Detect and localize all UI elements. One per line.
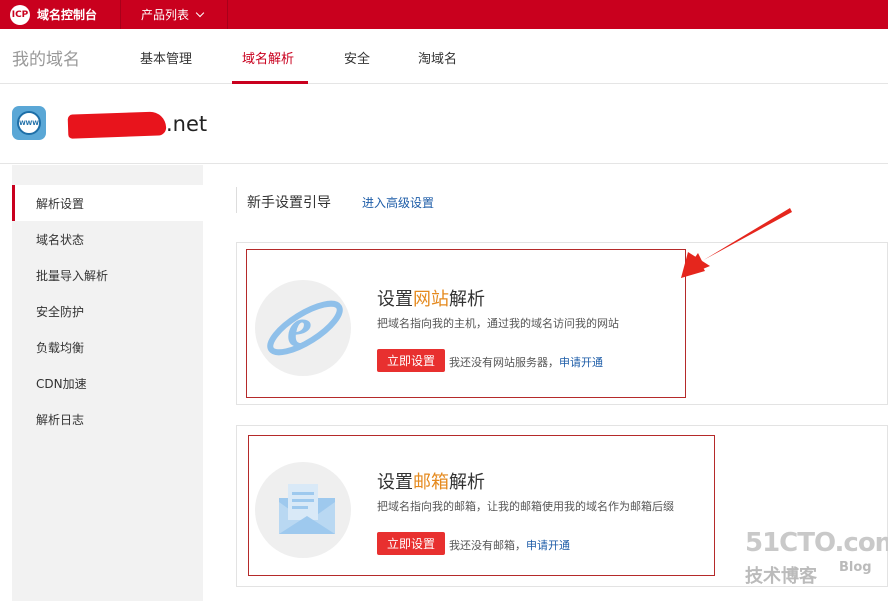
setup-email-button[interactable]: 立即设置 xyxy=(377,532,445,555)
watermark-line3: Blog xyxy=(839,560,872,575)
sidebar-item-domain-status[interactable]: 域名状态 xyxy=(12,221,203,257)
advanced-settings-link[interactable]: 进入高级设置 xyxy=(362,194,434,211)
sidebar-item-label: 安全防护 xyxy=(36,304,85,319)
redacted-domain-name xyxy=(67,111,167,139)
sidebar-item-resolution-settings[interactable]: 解析设置 xyxy=(12,185,203,221)
setup-website-button[interactable]: 立即设置 xyxy=(377,349,445,372)
note-text: 我还没有邮箱， xyxy=(449,539,526,552)
sidebar-item-label: CDN加速 xyxy=(36,376,87,391)
ie-browser-icon: e xyxy=(255,280,351,376)
sidebar-item-resolution-log[interactable]: 解析日志 xyxy=(12,401,203,437)
sidebar-item-label: 解析设置 xyxy=(36,196,85,211)
website-card-description: 把域名指向我的主机，通过我的域名访问我的网站 xyxy=(377,317,619,330)
email-card-title: 设置邮箱解析 xyxy=(377,468,485,494)
sidebar-item-security-protection[interactable]: 安全防护 xyxy=(12,293,203,329)
sidebar-item-label: 批量导入解析 xyxy=(36,268,109,283)
title-highlight: 邮箱 xyxy=(413,472,449,493)
www-globe-icon: WWW xyxy=(12,106,46,140)
title-text: 设置 xyxy=(377,472,413,493)
www-icon-text: WWW xyxy=(19,119,39,127)
domain-suffix: .net xyxy=(166,112,208,136)
title-text: 解析 xyxy=(449,472,485,493)
svg-text:e: e xyxy=(287,297,312,359)
tab-dns-resolution[interactable]: 域名解析 xyxy=(242,48,294,67)
email-card-description: 把域名指向我的邮箱，让我的邮箱使用我的域名作为邮箱后缀 xyxy=(377,500,674,513)
sidebar-item-label: 负载均衡 xyxy=(36,340,85,355)
sidebar-item-label: 解析日志 xyxy=(36,412,85,427)
no-server-note: 我还没有网站服务器，申请开通 xyxy=(449,354,603,370)
tab-domain-market[interactable]: 淘域名 xyxy=(418,48,457,67)
watermark-line1: 51CTO.com xyxy=(745,528,888,558)
note-text: 我还没有网站服务器， xyxy=(449,356,559,369)
console-brand[interactable]: ICP 域名控制台 xyxy=(0,0,121,29)
logo-text: ICP xyxy=(11,9,29,20)
tab-basic-management[interactable]: 基本管理 xyxy=(140,48,192,67)
guide-title: 新手设置引导 xyxy=(247,195,331,211)
products-menu[interactable]: 产品列表 xyxy=(121,0,228,29)
tab-security[interactable]: 安全 xyxy=(344,48,370,67)
blog-watermark: 51CTO.com 技术博客 Blog xyxy=(745,528,888,588)
envelope-icon xyxy=(255,462,351,558)
domain-header: WWW .net xyxy=(0,84,888,164)
sidebar-item-load-balancing[interactable]: 负载均衡 xyxy=(12,329,203,365)
website-resolution-card: e 设置网站解析 把域名指向我的主机，通过我的域名访问我的网站 立即设置 我还没… xyxy=(236,242,888,405)
brand-title[interactable]: 域名控制台 xyxy=(37,6,97,23)
title-text: 设置 xyxy=(377,289,413,310)
website-card-title: 设置网站解析 xyxy=(377,285,485,311)
sidebar: 解析设置 域名状态 批量导入解析 安全防护 负载均衡 CDN加速 解析日志 xyxy=(12,165,203,601)
guide-divider xyxy=(236,187,237,213)
domain-nav: 我的域名 基本管理 域名解析 安全 淘域名 xyxy=(0,29,888,84)
no-email-note: 我还没有邮箱，申请开通 xyxy=(449,537,570,553)
console-logo-icon: ICP xyxy=(10,4,30,25)
products-menu-label[interactable]: 产品列表 xyxy=(141,6,189,23)
apply-link[interactable]: 申请开通 xyxy=(526,539,570,552)
apply-link[interactable]: 申请开通 xyxy=(559,356,603,369)
my-domains-title: 我的域名 xyxy=(12,50,80,70)
sidebar-item-cdn[interactable]: CDN加速 xyxy=(12,365,203,401)
sidebar-item-batch-import[interactable]: 批量导入解析 xyxy=(12,257,203,293)
title-text: 解析 xyxy=(449,289,485,310)
chevron-down-icon xyxy=(195,8,205,17)
watermark-line2: 技术博客 xyxy=(745,566,817,587)
top-bar: ICP 域名控制台 产品列表 xyxy=(0,0,888,29)
sidebar-item-label: 域名状态 xyxy=(36,232,85,247)
title-highlight: 网站 xyxy=(413,289,449,310)
